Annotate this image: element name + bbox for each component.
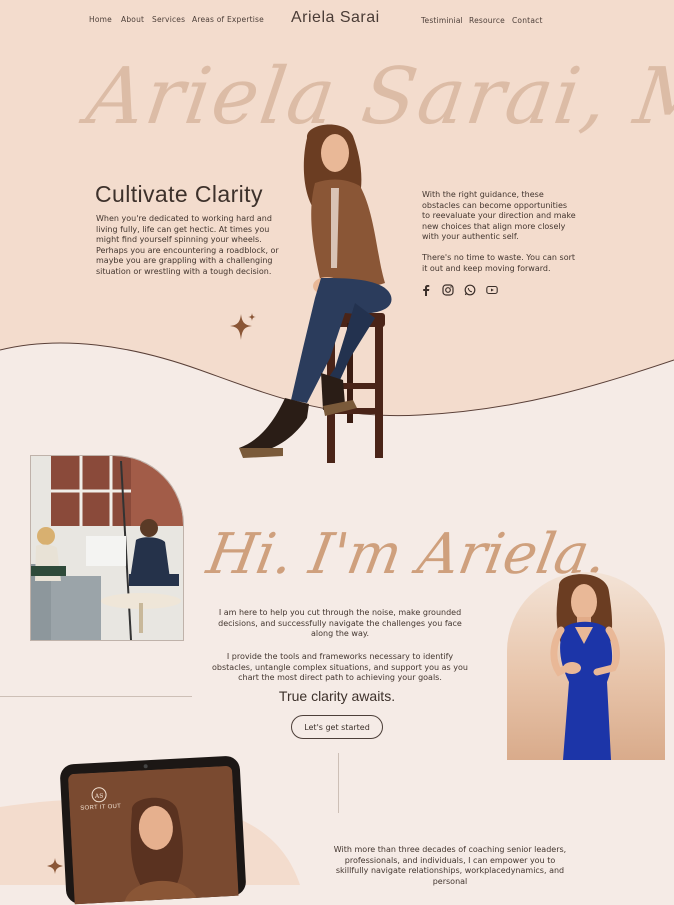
experience-text: With more than three decades of coaching…	[333, 845, 567, 886]
nav-areas-of-expertise[interactable]: Areas of Expertise	[192, 15, 264, 24]
facebook-icon[interactable]	[420, 284, 432, 296]
get-started-button[interactable]: Let's get started	[291, 715, 383, 739]
about-text-2: I provide the tools and frameworks neces…	[212, 652, 468, 683]
instagram-icon[interactable]	[442, 284, 454, 296]
social-links	[420, 284, 498, 296]
hero-portrait-image	[239, 124, 392, 463]
hero-urgency-text: There's no time to waste. You can sort i…	[422, 253, 576, 273]
hero-heading: Cultivate Clarity	[95, 181, 263, 207]
hero-intro-text: When you're dedicated to working hard an…	[96, 214, 279, 276]
tablet-mockup: AS SORT IT OUT	[59, 755, 247, 905]
whatsapp-icon[interactable]	[464, 284, 476, 296]
nav-contact[interactable]: Contact	[512, 16, 543, 25]
nav-services[interactable]: Services	[152, 15, 185, 24]
nav-home[interactable]: Home	[89, 15, 112, 24]
about-tagline: True clarity awaits.	[278, 688, 396, 704]
hero-guidance-text: With the right guidance, these obstacles…	[422, 190, 576, 242]
nav-resource[interactable]: Resource	[469, 16, 505, 25]
vertical-divider	[338, 753, 339, 813]
about-script-heading: Hi. I'm Ariela.	[202, 522, 612, 587]
coaching-session-photo	[30, 455, 184, 641]
arch-portrait-image	[507, 572, 665, 760]
nav-testimonial[interactable]: Testiminial	[421, 16, 463, 25]
about-text-1: I am here to help you cut through the no…	[218, 608, 462, 639]
section-divider	[0, 696, 192, 697]
tablet-screen: AS SORT IT OUT	[67, 765, 239, 905]
brand-logo[interactable]: Ariela Sarai	[291, 9, 380, 27]
svg-text:AS: AS	[94, 793, 104, 800]
nav-about[interactable]: About	[121, 15, 144, 24]
sparkle-icon	[230, 313, 256, 340]
youtube-icon[interactable]	[486, 284, 498, 296]
small-sparkle-icon	[47, 858, 63, 874]
